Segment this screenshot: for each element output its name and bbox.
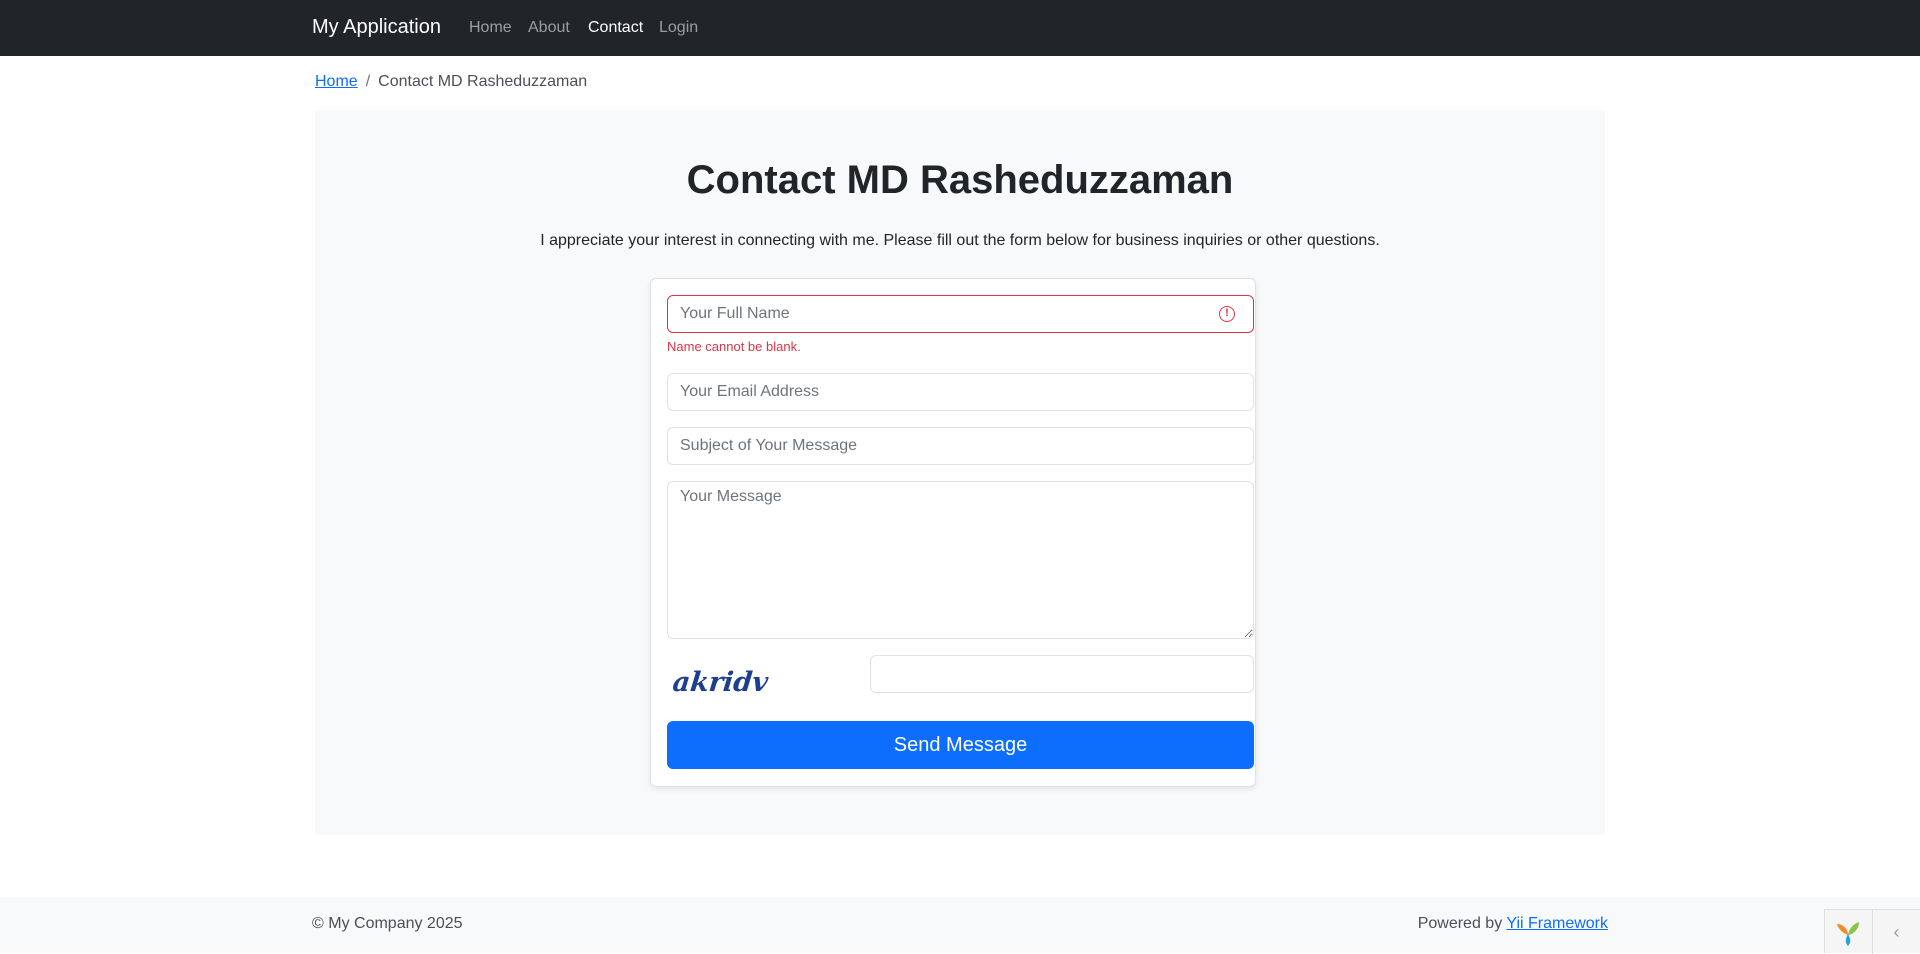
nav-login[interactable]: Login — [659, 19, 698, 37]
nav-about[interactable]: About — [528, 19, 570, 37]
nav-contact[interactable]: Contact — [588, 19, 643, 37]
captcha-text: akridv — [671, 667, 770, 698]
yii-logo-icon[interactable] — [1833, 918, 1863, 948]
breadcrumb: Home / Contact MD Rasheduzzaman — [315, 73, 587, 91]
page-title: Contact MD Rasheduzzaman — [315, 158, 1605, 203]
page-lead: I appreciate your interest in connecting… — [315, 232, 1605, 250]
contact-panel: Contact MD Rasheduzzaman I appreciate yo… — [315, 110, 1605, 835]
captcha-input[interactable] — [870, 655, 1254, 693]
name-error-message: Name cannot be blank. — [667, 339, 801, 354]
breadcrumb-current: Contact MD Rasheduzzaman — [378, 73, 587, 90]
email-input[interactable] — [667, 373, 1254, 411]
breadcrumb-home[interactable]: Home — [315, 73, 358, 90]
brand-link[interactable]: My Application — [312, 16, 441, 39]
debug-toolbar: ‹ — [1824, 909, 1920, 953]
powered-prefix: Powered by — [1418, 915, 1503, 932]
navbar: My Application Home About Contact Login — [0, 0, 1920, 56]
message-textarea[interactable] — [667, 481, 1254, 639]
footer-powered: Powered by Yii Framework — [1418, 915, 1608, 933]
nav-home[interactable]: Home — [469, 19, 512, 37]
breadcrumb-separator: / — [366, 73, 370, 90]
captcha-image[interactable]: akridv — [671, 661, 771, 701]
name-input[interactable] — [667, 295, 1254, 333]
chevron-left-icon[interactable]: ‹ — [1872, 910, 1920, 954]
contact-form: ! Name cannot be blank. akridv Send Mess… — [650, 278, 1256, 787]
subject-input[interactable] — [667, 427, 1254, 465]
footer: © My Company 2025 Powered by Yii Framewo… — [0, 897, 1920, 953]
yii-framework-link[interactable]: Yii Framework — [1506, 915, 1608, 932]
exclamation-circle-icon: ! — [1219, 306, 1235, 322]
footer-copyright: © My Company 2025 — [312, 915, 463, 933]
send-message-button[interactable]: Send Message — [667, 721, 1254, 769]
